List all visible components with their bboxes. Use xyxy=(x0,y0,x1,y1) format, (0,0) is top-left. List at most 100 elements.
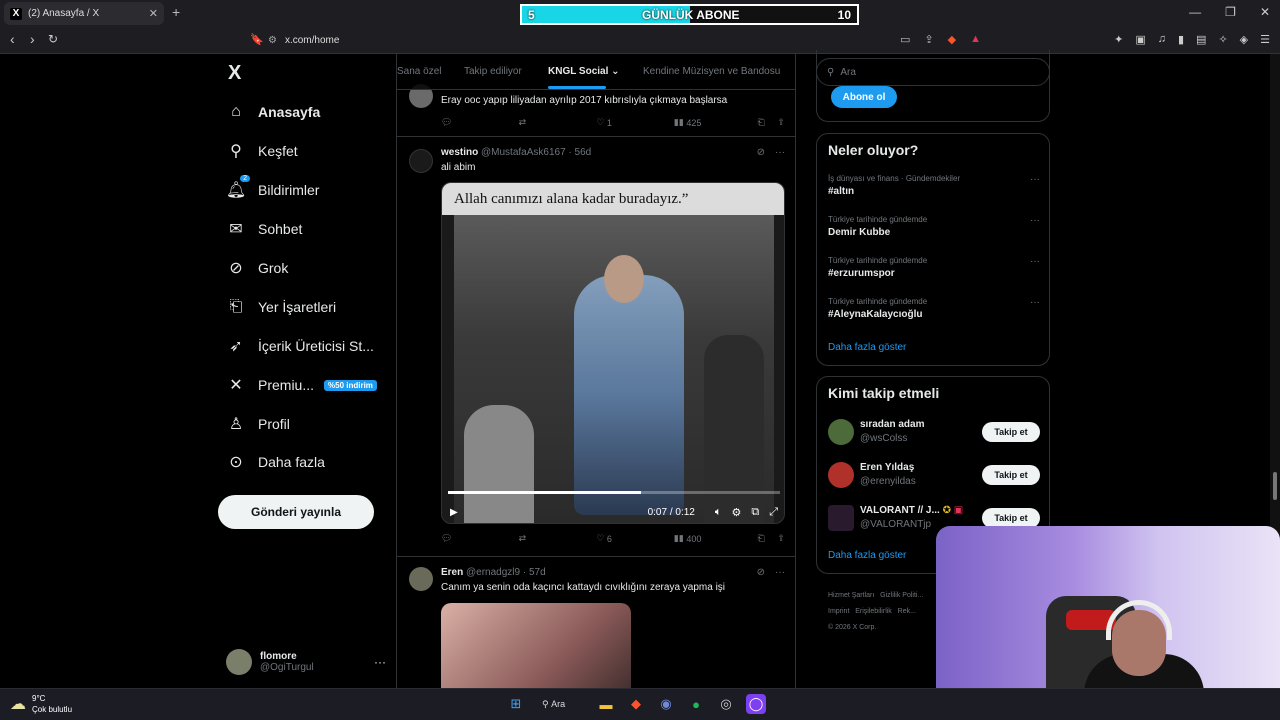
new-tab-button[interactable]: + xyxy=(172,4,180,20)
site-info-icon[interactable]: ⚙ xyxy=(268,35,277,46)
nav-premium[interactable]: ✕ Premiu... %50 indirim xyxy=(226,375,377,395)
pip-icon[interactable]: ⧉ xyxy=(751,506,759,519)
follow-suggestion[interactable]: sıradan adam @wsColss Takip et xyxy=(828,417,1040,447)
tab-following[interactable]: Takip ediliyor xyxy=(464,66,522,77)
nav-profile[interactable]: ♙ Profil xyxy=(226,414,290,434)
more-icon[interactable]: ··· xyxy=(1030,256,1040,267)
sidebar-toggle-icon[interactable]: ▮ xyxy=(1178,33,1184,46)
browser-tab[interactable]: X (2) Anasayfa / X ✕ xyxy=(4,2,164,25)
reply-icon[interactable]: 💬︎ xyxy=(441,533,519,544)
avatar[interactable] xyxy=(828,462,854,488)
trend-item[interactable]: Türkiye tarihinde gündemde #AleynaKalayc… xyxy=(828,297,1040,320)
account-switcher[interactable]: flomore @OgiTurgul ··· xyxy=(226,644,386,680)
screenshot-icon[interactable]: ▣ xyxy=(1135,33,1145,46)
x-logo-icon[interactable]: X xyxy=(228,62,241,85)
tab-musicians[interactable]: Kendine Müzisyen ve Bandosu xyxy=(643,66,780,77)
like-icon[interactable]: ♡ 6 xyxy=(596,533,674,544)
file-explorer-icon[interactable]: ▬ xyxy=(596,694,616,714)
nav-explore[interactable]: ⚲ Keşfet xyxy=(226,141,298,161)
avatar[interactable] xyxy=(828,505,854,531)
nav-grok[interactable]: ⊘ Grok xyxy=(226,258,288,278)
tweet[interactable]: westino @MustafaAsk6167 · 56d ⊘ ··· ali … xyxy=(397,137,795,557)
more-icon[interactable]: ··· xyxy=(1030,297,1040,308)
nav-more[interactable]: ⊙ Daha fazla xyxy=(226,452,325,472)
taskbar-search[interactable]: ⚲ Ara xyxy=(536,694,586,714)
bookmark-page-icon[interactable]: 🔖 xyxy=(250,33,264,46)
minimize-icon[interactable]: — xyxy=(1189,5,1201,19)
more-icon[interactable]: ··· xyxy=(775,147,785,158)
trend-item[interactable]: Türkiye tarihinde gündemde #erzurumspor … xyxy=(828,256,1040,279)
video-player[interactable]: Allah canımızı alana kadar buradayız.” ▶… xyxy=(441,182,785,524)
more-icon[interactable]: ··· xyxy=(775,567,785,578)
views-icon[interactable]: ▮▮ 400 xyxy=(674,533,758,544)
windows-start-icon[interactable]: ⊞ xyxy=(506,694,526,714)
follow-suggestion[interactable]: Eren Yıldaş @erenyildas Takip et xyxy=(828,460,1040,490)
restore-icon[interactable]: ❐ xyxy=(1225,5,1236,19)
footer-link[interactable]: Imprint xyxy=(828,608,849,615)
more-icon[interactable]: ··· xyxy=(1030,215,1040,226)
volume-icon[interactable]: 🔈︎ xyxy=(715,506,722,519)
follow-button[interactable]: Takip et xyxy=(982,465,1040,485)
grok-icon[interactable]: ⊘ xyxy=(757,567,765,578)
close-window-icon[interactable]: ✕ xyxy=(1260,5,1270,19)
brave-browser-icon[interactable]: ◆ xyxy=(626,694,646,714)
avatar[interactable] xyxy=(828,419,854,445)
share-tweet-icon[interactable]: ⇪ xyxy=(777,117,785,128)
subscribe-button[interactable]: Abone ol xyxy=(831,86,897,108)
grok-icon[interactable]: ⊘ xyxy=(757,147,765,158)
more-icon[interactable]: ··· xyxy=(374,655,386,669)
weather-widget[interactable]: ☁ 9°C Çok bulutlu xyxy=(10,693,72,715)
reload-icon[interactable]: ↻ xyxy=(48,32,58,46)
footer-link[interactable]: Erişilebilirlik xyxy=(855,608,892,615)
follow-button[interactable]: Takip et xyxy=(982,508,1040,528)
author-name[interactable]: Eren xyxy=(441,567,463,578)
tweet[interactable]: Eren @ernadgzl9 · 57d ⊘ ··· Canım ya sen… xyxy=(397,557,795,688)
obs-icon[interactable]: ◯ xyxy=(746,694,766,714)
brave-shield-icon[interactable]: ◆ xyxy=(948,33,956,46)
search-input[interactable]: ⚲ Ara xyxy=(816,58,1050,86)
forward-icon[interactable]: › xyxy=(30,31,35,47)
play-icon[interactable]: ▶ xyxy=(450,507,458,518)
leo-ai-icon[interactable]: ✧ xyxy=(1218,33,1227,46)
spotify-icon[interactable]: ● xyxy=(686,694,706,714)
menu-icon[interactable]: ☰ xyxy=(1260,33,1270,46)
nav-chat[interactable]: ✉ Sohbet xyxy=(226,219,302,239)
vpn-icon[interactable]: ◈ xyxy=(1240,33,1248,46)
nav-notifications[interactable]: 🔔︎ 2 Bildirimler xyxy=(226,175,319,200)
avatar[interactable] xyxy=(409,567,433,591)
wallet-icon[interactable]: ▤ xyxy=(1196,33,1206,46)
reply-icon[interactable]: 💬︎ xyxy=(441,117,519,128)
tweet-media[interactable] xyxy=(441,603,631,688)
follow-button[interactable]: Takip et xyxy=(982,422,1040,442)
video-progress-bar[interactable] xyxy=(448,491,780,494)
music-icon[interactable]: ♫ xyxy=(1158,33,1166,46)
views-icon[interactable]: ▮▮ 425 xyxy=(674,117,758,128)
cast-icon[interactable]: ▭ xyxy=(900,33,910,46)
who-to-follow-show-more[interactable]: Daha fazla göster xyxy=(828,550,906,561)
brave-rewards-icon[interactable]: ▲ xyxy=(970,33,981,46)
footer-link[interactable]: Gizlilik Politi... xyxy=(880,592,923,599)
scrollbar-thumb[interactable] xyxy=(1273,472,1277,500)
share-tweet-icon[interactable]: ⇪ xyxy=(777,533,785,544)
post-button[interactable]: Gönderi yayınla xyxy=(218,495,374,529)
tab-close-icon[interactable]: ✕ xyxy=(149,7,158,20)
settings-icon[interactable]: ⚙ xyxy=(731,506,741,519)
discord-icon[interactable]: ◉ xyxy=(656,694,676,714)
footer-link[interactable]: Rek... xyxy=(898,608,916,615)
tab-for-you[interactable]: Sana özel xyxy=(397,66,441,77)
like-icon[interactable]: ♡ 1 xyxy=(596,117,674,128)
avatar[interactable] xyxy=(409,149,433,173)
nav-creator-studio[interactable]: ➶ İçerik Üreticisi St... xyxy=(226,336,374,356)
more-icon[interactable]: ··· xyxy=(1030,174,1040,185)
share-icon[interactable]: ⇪ xyxy=(924,33,933,46)
trend-item[interactable]: İş dünyası ve finans · Gündemdekiler #al… xyxy=(828,174,1040,197)
footer-link[interactable]: Hizmet Şartları xyxy=(828,592,874,599)
author-name[interactable]: westino xyxy=(441,147,478,158)
tab-kngl-social[interactable]: KNGL Social ⌄ xyxy=(548,66,620,89)
nav-home[interactable]: ⌂ Anasayfa xyxy=(226,102,320,122)
retweet-icon[interactable]: ⇄ xyxy=(519,533,597,544)
back-icon[interactable]: ‹ xyxy=(10,31,15,47)
address-bar[interactable]: ⚙ x.com/home xyxy=(268,30,988,51)
steam-icon[interactable]: ◎ xyxy=(716,694,736,714)
trend-item[interactable]: Türkiye tarihinde gündemde Demir Kubbe ·… xyxy=(828,215,1040,238)
